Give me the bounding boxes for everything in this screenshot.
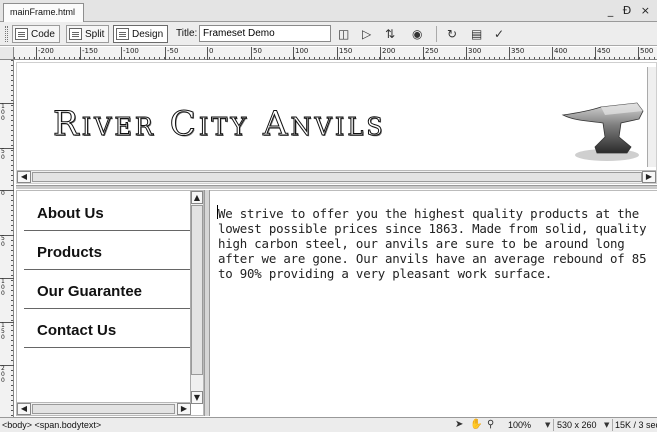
zoom-tool-icon[interactable]: ⚲ xyxy=(487,419,494,431)
ruler-tick: 200 xyxy=(380,47,395,60)
ruler-tick: 100 xyxy=(0,103,14,122)
ruler-tick: -100 xyxy=(121,47,139,60)
design-view-icon xyxy=(116,28,129,40)
refresh-icon[interactable]: ↻ xyxy=(447,26,457,42)
scroll-thumb[interactable] xyxy=(191,205,203,375)
ruler-tick: 400 xyxy=(552,47,567,60)
ruler-tick: 300 xyxy=(466,47,481,60)
ruler-tick: -150 xyxy=(80,47,98,60)
ruler-tick: 0 xyxy=(207,47,213,60)
download-size: 15K / 3 sec xyxy=(615,420,657,430)
scroll-right-button[interactable]: ▶ xyxy=(177,403,191,415)
document-toolbar: Code Split Design Title: ◫ ▷ ⇅ ◉ ↻ ▤ ✓ xyxy=(0,22,657,46)
vertical-ruler: 100 50 0 50 100 150 200 xyxy=(0,60,14,417)
status-bar: <body> <span.bodytext> ➤ ✋ ⚲ 100% ▼ 530 … xyxy=(0,417,657,432)
scroll-up-button[interactable]: ▲ xyxy=(191,191,203,204)
nav-vertical-scrollbar[interactable]: ▲ ▼ xyxy=(190,191,203,404)
hand-tool-icon[interactable]: ✋ xyxy=(470,419,482,431)
split-view-icon xyxy=(69,28,82,40)
chevron-down-icon[interactable]: ▼ xyxy=(604,419,609,431)
ruler-tick: 500 xyxy=(638,47,653,60)
ruler-tick: 50 xyxy=(251,47,262,60)
toolbar-grip[interactable] xyxy=(5,26,8,42)
file-management-icon[interactable]: ◫ xyxy=(338,26,349,42)
title-label: Title: xyxy=(176,28,198,39)
ruler-tick: 200 xyxy=(0,365,14,384)
ruler-tick: -50 xyxy=(165,47,178,60)
design-view-button[interactable]: Design xyxy=(113,25,169,43)
banner-title: River City Anvils xyxy=(53,104,386,145)
nav-item-about-us[interactable]: About Us xyxy=(24,192,191,231)
ruler-tick: -200 xyxy=(36,47,54,60)
debug-icon[interactable]: ⇅ xyxy=(385,26,395,42)
page-title-input[interactable] xyxy=(199,25,331,42)
window-controls[interactable]: _ Ɖ × xyxy=(608,4,653,17)
ruler-tick: 0 xyxy=(0,190,14,197)
document-tab[interactable]: mainFrame.html xyxy=(3,3,85,22)
view-options-icon[interactable]: ▤ xyxy=(471,26,482,42)
ruler-corner[interactable] xyxy=(0,47,14,60)
ruler-tick: 100 xyxy=(293,47,308,60)
zoom-level[interactable]: 100% xyxy=(508,419,531,431)
ruler-tick: 50 xyxy=(0,148,14,161)
scroll-thumb[interactable] xyxy=(32,172,642,182)
preview-browser-icon[interactable]: ▷ xyxy=(362,26,371,42)
document-tab-bar: mainFrame.html _ Ɖ × xyxy=(0,0,657,22)
top-frame[interactable]: River City Anvils ◀ ▶ xyxy=(16,62,657,184)
select-tool-icon[interactable]: ➤ xyxy=(455,419,463,431)
code-view-label: Code xyxy=(31,28,55,40)
banner-vertical-scrollbar[interactable] xyxy=(647,67,656,167)
ruler-tick: 100 xyxy=(0,278,14,297)
split-view-button[interactable]: Split xyxy=(66,25,110,43)
anvil-image xyxy=(561,102,644,161)
ruler-tick: 250 xyxy=(423,47,438,60)
scroll-down-button[interactable]: ▼ xyxy=(191,391,203,404)
toolbar-separator xyxy=(436,26,437,42)
nav-item-products[interactable]: Products xyxy=(24,231,191,270)
body-text[interactable]: We strive to offer you the highest quali… xyxy=(218,206,655,281)
tag-selector[interactable]: <body> <span.bodytext> xyxy=(2,420,101,430)
nav-frame[interactable]: About Us Products Our Guarantee Contact … xyxy=(16,190,204,416)
scroll-left-button[interactable]: ◀ xyxy=(17,171,31,183)
ruler-tick: 50 xyxy=(0,235,14,248)
scroll-thumb[interactable] xyxy=(32,404,175,414)
split-view-label: Split xyxy=(85,28,105,40)
ruler-tick: 350 xyxy=(509,47,524,60)
scroll-right-button[interactable]: ▶ xyxy=(642,171,656,183)
ruler-tick: 450 xyxy=(595,47,610,60)
frame-border-horizontal[interactable] xyxy=(16,185,657,189)
nav-horizontal-scrollbar[interactable]: ◀ ▶ xyxy=(17,402,191,415)
status-separator xyxy=(612,419,613,431)
status-separator xyxy=(553,419,554,431)
main-frame[interactable]: We strive to offer you the highest quali… xyxy=(210,190,657,416)
horizontal-ruler: -200 -150 -100 -50 0 50 100 150 200 250 … xyxy=(14,47,657,60)
nav-item-contact-us[interactable]: Contact Us xyxy=(24,309,191,348)
banner-horizontal-scrollbar[interactable]: ◀ ▶ xyxy=(17,170,656,183)
visual-aids-icon[interactable]: ◉ xyxy=(412,26,422,42)
code-view-button[interactable]: Code xyxy=(12,25,60,43)
ruler-tick: 150 xyxy=(0,322,14,341)
scroll-left-button[interactable]: ◀ xyxy=(17,403,31,415)
nav-item-our-guarantee[interactable]: Our Guarantee xyxy=(24,270,191,309)
window-size[interactable]: 530 x 260 xyxy=(557,419,597,431)
design-view-label: Design xyxy=(132,28,164,40)
chevron-down-icon[interactable]: ▼ xyxy=(545,419,550,431)
ruler-tick: 150 xyxy=(337,47,352,60)
check-page-icon[interactable]: ✓ xyxy=(494,26,504,42)
code-view-icon xyxy=(15,28,28,40)
